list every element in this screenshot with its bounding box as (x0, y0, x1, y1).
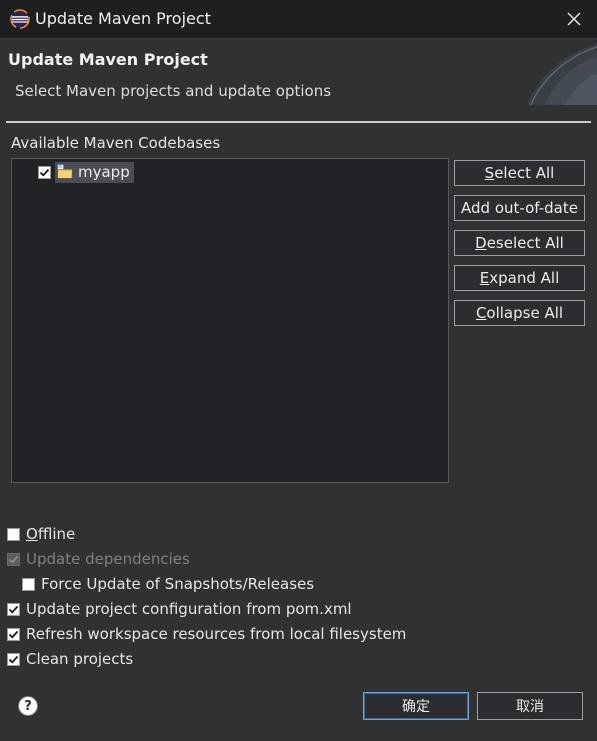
collapse-all-label: ollapse All (486, 304, 564, 322)
cancel-button[interactable]: 取消 (477, 692, 583, 720)
update-config-checkbox[interactable] (7, 602, 20, 616)
update-config-label: Update project configuration from pom.xm… (26, 600, 352, 618)
offline-checkbox[interactable] (7, 527, 20, 541)
header-divider (6, 121, 591, 123)
help-icon[interactable]: ? (18, 696, 38, 716)
offline-option[interactable]: Offline (7, 524, 75, 544)
force-update-option[interactable]: Force Update of Snapshots/Releases (22, 574, 314, 594)
close-icon[interactable] (567, 12, 581, 26)
mnemonic: O (26, 525, 38, 543)
force-update-label: Force Update of Snapshots/Releases (41, 575, 315, 593)
wizard-banner-icon (527, 44, 597, 105)
page-title: Update Maven Project (8, 50, 208, 69)
svg-text:M: M (58, 165, 62, 170)
select-all-button[interactable]: Select All (454, 160, 585, 186)
codebases-label: Available Maven Codebases (11, 134, 221, 152)
eclipse-icon (10, 9, 30, 29)
refresh-workspace-checkbox[interactable] (7, 627, 20, 641)
update-dependencies-option: Update dependencies (7, 549, 190, 569)
collapse-all-button[interactable]: Collapse All (454, 300, 585, 326)
window-title: Update Maven Project (35, 9, 211, 28)
mnemonic: E (479, 269, 490, 287)
deselect-all-button[interactable]: Deselect All (454, 230, 585, 256)
mnemonic: D (475, 234, 487, 252)
dialog-header: Update Maven Project Select Maven projec… (0, 39, 597, 122)
expand-all-label: xpand All (489, 269, 560, 287)
ok-button[interactable]: 确定 (363, 692, 469, 720)
checkmark-icon (8, 555, 19, 564)
page-subtitle: Select Maven projects and update options (15, 82, 332, 100)
mnemonic: S (484, 164, 495, 182)
title-bar: Update Maven Project (0, 0, 597, 39)
deselect-all-label: eselect All (486, 234, 564, 252)
tree-item[interactable]: M myapp (38, 161, 134, 183)
expand-all-button[interactable]: Expand All (454, 265, 585, 291)
checkmark-icon (39, 168, 50, 177)
refresh-workspace-label: Refresh workspace resources from local f… (26, 625, 407, 643)
update-dependencies-label: Update dependencies (26, 550, 190, 568)
clean-projects-checkbox[interactable] (7, 652, 20, 666)
codebases-tree[interactable]: M myapp (11, 158, 449, 483)
checkmark-icon (8, 630, 19, 639)
mnemonic: C (475, 304, 487, 322)
checkmark-icon (8, 655, 19, 664)
tree-item-selection[interactable]: M myapp (55, 161, 134, 183)
update-config-option[interactable]: Update project configuration from pom.xm… (7, 599, 352, 619)
clean-projects-option[interactable]: Clean projects (7, 649, 133, 669)
refresh-workspace-option[interactable]: Refresh workspace resources from local f… (7, 624, 406, 644)
add-out-of-date-button[interactable]: Add out-of-date (454, 195, 585, 221)
clean-projects-label: Clean projects (26, 650, 134, 668)
force-update-checkbox[interactable] (22, 577, 35, 591)
select-all-label: elect All (494, 164, 555, 182)
update-dependencies-checkbox (7, 552, 20, 566)
checkmark-icon (8, 605, 19, 614)
tree-item-checkbox[interactable] (38, 165, 51, 179)
maven-project-folder-icon: M (57, 164, 73, 179)
close-button[interactable] (563, 8, 585, 30)
tree-item-label: myapp (78, 163, 130, 181)
offline-label: ffline (37, 525, 76, 543)
